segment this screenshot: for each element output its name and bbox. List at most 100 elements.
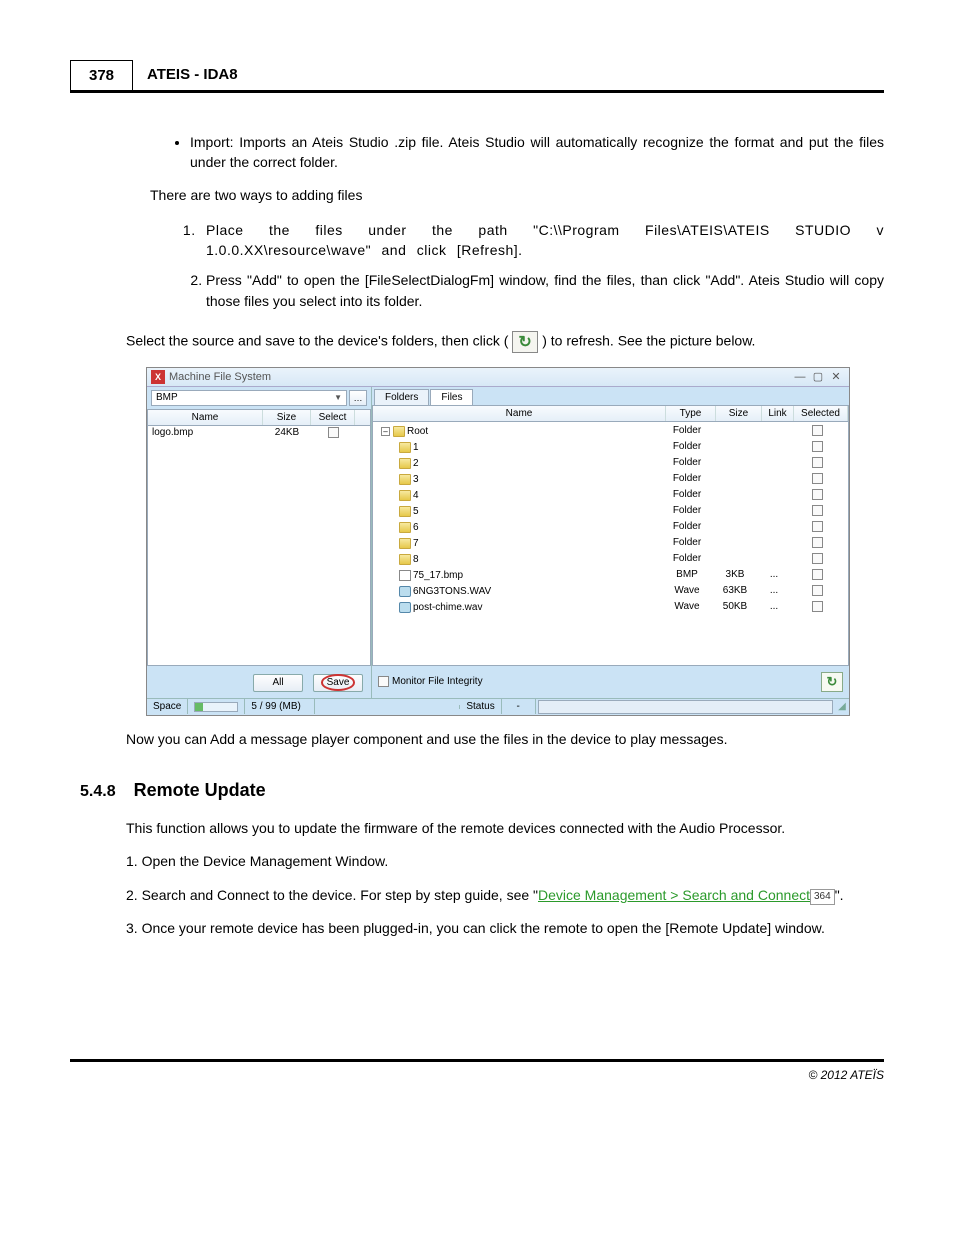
checkbox-icon[interactable] <box>812 585 823 596</box>
app-icon: X <box>151 370 165 384</box>
folder-icon <box>393 426 405 437</box>
checkbox-icon[interactable] <box>812 569 823 580</box>
monitor-integrity-checkbox[interactable]: Monitor File Integrity <box>378 676 483 687</box>
checkbox-icon[interactable] <box>812 441 823 452</box>
col-name: Name <box>148 410 263 425</box>
table-row[interactable]: 3Folder <box>377 472 844 488</box>
status-value: - <box>502 699 536 714</box>
folder-icon <box>399 554 411 565</box>
select-source-text: Select the source and save to the device… <box>126 331 884 353</box>
section-intro: This function allows you to update the f… <box>126 819 884 839</box>
close-button[interactable]: ✕ <box>827 370 845 383</box>
table-row[interactable]: 2Folder <box>377 456 844 472</box>
remote-step-2: 2. Search and Connect to the device. For… <box>126 886 884 906</box>
wave-icon <box>399 602 411 613</box>
tab-files[interactable]: Files <box>430 389 473 405</box>
device-management-link[interactable]: Device Management > Search and Connect <box>538 887 810 903</box>
col-link: Link <box>762 406 794 421</box>
remote-step-3: 3. Once your remote device has been plug… <box>126 919 884 939</box>
two-ways-text: There are two ways to adding files <box>150 186 884 206</box>
checkbox-icon[interactable] <box>812 537 823 548</box>
bullet-import: Import: Imports an Ateis Studio .zip fil… <box>190 133 884 172</box>
status-bar: Space 5 / 99 (MB) Status - ◢ <box>147 698 849 715</box>
filetype-combo[interactable]: BMP ▼ <box>151 390 347 406</box>
col-size: Size <box>263 410 311 425</box>
table-row[interactable]: logo.bmp24KB <box>148 426 370 442</box>
table-row[interactable]: 8Folder <box>377 552 844 568</box>
save-button-label: Save <box>324 677 353 688</box>
filetype-combo-value: BMP <box>156 392 178 403</box>
browse-button[interactable]: … <box>349 390 367 406</box>
monitor-integrity-label: Monitor File Integrity <box>392 676 483 687</box>
checkbox-icon <box>378 676 389 687</box>
remote-step-1: 1. Open the Device Management Window. <box>126 852 884 872</box>
left-file-grid[interactable]: logo.bmp24KB <box>147 426 371 666</box>
folder-icon <box>399 490 411 501</box>
table-row[interactable]: 5Folder <box>377 504 844 520</box>
checkbox-icon[interactable] <box>812 457 823 468</box>
maximize-button[interactable]: ▢ <box>809 370 827 383</box>
folder-icon <box>399 458 411 469</box>
save-button[interactable]: Save <box>313 674 363 692</box>
page-footer: © 2012 ATEÏS <box>70 1059 884 1082</box>
remote-step-2b: ". <box>835 887 844 903</box>
select-source-b: ) to refresh. See the picture below. <box>542 333 755 349</box>
minimize-button[interactable]: — <box>791 371 809 383</box>
refresh-icon <box>512 331 538 353</box>
checkbox-icon[interactable] <box>812 425 823 436</box>
folder-icon <box>399 474 411 485</box>
status-space-progress <box>188 699 245 714</box>
status-gauge <box>538 700 833 714</box>
col-select: Select <box>311 410 355 425</box>
after-screenshot-text: Now you can Add a message player compone… <box>126 730 884 750</box>
checkbox-icon[interactable] <box>328 427 339 438</box>
page-header: 378 ATEIS - IDA8 <box>70 60 884 93</box>
checkbox-icon[interactable] <box>812 489 823 500</box>
select-source-a: Select the source and save to the device… <box>126 333 508 349</box>
col-name-r: Name <box>373 406 666 421</box>
status-space-label: Space <box>147 699 188 714</box>
col-size-r: Size <box>716 406 762 421</box>
checkbox-icon[interactable] <box>812 505 823 516</box>
folder-icon <box>399 442 411 453</box>
window-title: Machine File System <box>169 371 271 383</box>
table-row[interactable]: –RootFolder <box>377 424 844 440</box>
checkbox-icon[interactable] <box>812 521 823 532</box>
step-2: Press "Add" to open the [FileSelectDialo… <box>206 270 884 311</box>
status-space-value: 5 / 99 (MB) <box>245 699 315 714</box>
window-titlebar: X Machine File System — ▢ ✕ <box>147 368 849 387</box>
section-number: 5.4.8 <box>80 783 116 801</box>
checkbox-icon[interactable] <box>812 553 823 564</box>
section-title: Remote Update <box>134 780 266 801</box>
remote-step-2a: 2. Search and Connect to the device. For… <box>126 887 538 903</box>
resize-grip-icon[interactable]: ◢ <box>835 701 849 712</box>
col-type: Type <box>666 406 716 421</box>
table-row[interactable]: 7Folder <box>377 536 844 552</box>
table-row[interactable]: 1Folder <box>377 440 844 456</box>
table-row[interactable]: 4Folder <box>377 488 844 504</box>
file-icon <box>399 570 411 581</box>
chevron-down-icon: ▼ <box>334 393 342 402</box>
checkbox-icon[interactable] <box>812 473 823 484</box>
table-row[interactable]: 6Folder <box>377 520 844 536</box>
all-button[interactable]: All <box>253 674 303 692</box>
status-label: Status <box>460 699 501 714</box>
folder-icon <box>399 538 411 549</box>
document-title: ATEIS - IDA8 <box>133 60 252 90</box>
page-ref: 364 <box>810 889 835 905</box>
collapse-icon[interactable]: – <box>381 427 390 436</box>
page-number: 378 <box>70 60 133 90</box>
folder-icon <box>399 506 411 517</box>
machine-file-system-window: X Machine File System — ▢ ✕ BMP ▼ … <box>146 367 850 716</box>
checkbox-icon[interactable] <box>812 601 823 612</box>
wave-icon <box>399 586 411 597</box>
refresh-button[interactable]: ↻ <box>821 672 843 692</box>
table-row[interactable]: post-chime.wavWave50KB... <box>377 600 844 616</box>
table-row[interactable]: 6NG3TONS.WAVWave63KB... <box>377 584 844 600</box>
col-selected: Selected <box>794 406 848 421</box>
step-1: Place the files under the path "C:\\Prog… <box>206 220 884 261</box>
right-file-grid[interactable]: –RootFolder1Folder2Folder3Folder4Folder5… <box>372 422 849 666</box>
tab-folders[interactable]: Folders <box>374 389 429 405</box>
folder-icon <box>399 522 411 533</box>
table-row[interactable]: 75_17.bmpBMP3KB... <box>377 568 844 584</box>
